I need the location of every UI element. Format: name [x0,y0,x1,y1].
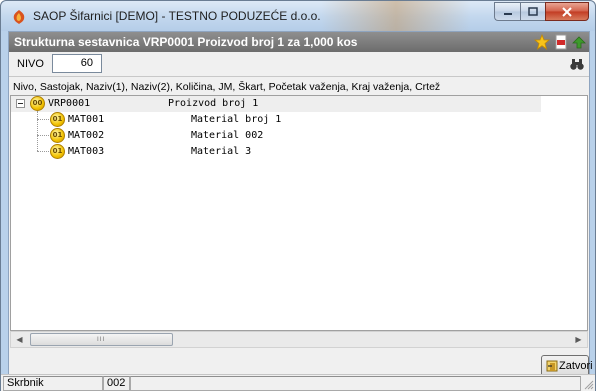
tree-row[interactable]: 01 MAT003 Material 3 [11,144,541,160]
binoculars-icon[interactable] [569,56,585,72]
level-badge-icon: 01 [50,144,65,159]
star-icon[interactable] [534,34,550,50]
report-title: Strukturna sestavnica VRP0001 Proizvod b… [14,35,358,49]
close-window-button[interactable] [545,2,589,21]
pdf-icon[interactable] [553,34,569,50]
item-name: Material 3 [191,146,252,157]
status-field-user-code: 002 [103,376,130,391]
level-badge-icon: 01 [50,112,65,127]
title-glow [321,1,471,31]
status-field-empty [130,376,581,391]
separator [9,76,589,77]
root-name: Proizvod broj 1 [168,98,259,109]
level-badge-icon: 00 [30,96,45,111]
minimize-icon [503,12,512,15]
horizontal-scrollbar[interactable]: ◀ III ▶ [10,331,588,348]
item-name: Material 002 [191,130,264,141]
zatvori-label: Zatvori [559,360,593,372]
scroll-left-arrow-icon[interactable]: ◀ [11,332,28,347]
item-code: MAT003 [68,146,105,157]
door-exit-icon [546,360,558,372]
filter-row: NIVO 60 [9,52,589,76]
nivo-label: NIVO [17,58,44,70]
root-code: VRP0001 [48,98,91,109]
title-bar[interactable]: SAOP Šifarnici [DEMO] - TESTNO PODUZEĆE … [1,1,595,31]
scroll-right-arrow-icon[interactable]: ▶ [570,332,587,347]
close-icon [562,6,572,17]
status-bar: Skrbnik 002 [1,374,595,391]
resize-grip-icon[interactable] [582,378,594,390]
export-icon[interactable] [571,34,587,50]
client-area: Strukturna sestavnica VRP0001 Proizvod b… [8,31,593,385]
item-code: MAT001 [68,114,105,125]
columns-header: Nivo, Sastojak, Naziv(1), Naziv(2), Koli… [13,81,441,93]
level-badge-icon: 01 [50,128,65,143]
item-name: Material broj 1 [191,114,282,125]
window-controls [494,2,589,22]
app-logo-icon [13,10,25,24]
status-field-user-label: Skrbnik [3,376,103,391]
maximize-icon [528,7,538,16]
scroll-grip: III [97,336,106,343]
nivo-input[interactable]: 60 [52,54,102,73]
scroll-thumb[interactable]: III [30,333,173,346]
report-header: Strukturna sestavnica VRP0001 Proizvod b… [9,32,589,52]
collapse-toggle[interactable] [16,99,25,108]
tree-row[interactable]: 01 MAT001 Material broj 1 [11,112,541,128]
application-window: SAOP Šifarnici [DEMO] - TESTNO PODUZEĆE … [0,0,596,391]
item-code: MAT002 [68,130,105,141]
tree-row[interactable]: 01 MAT002 Material 002 [11,128,541,144]
structure-tree[interactable]: 00 VRP0001 Proizvod broj 1 01 MAT001 Mat… [10,95,588,331]
tree-root-row[interactable]: 00 VRP0001 Proizvod broj 1 [11,96,541,112]
window-title: SAOP Šifarnici [DEMO] - TESTNO PODUZEĆE … [33,9,321,23]
minimize-button[interactable] [494,2,520,21]
maximize-button[interactable] [520,2,545,21]
